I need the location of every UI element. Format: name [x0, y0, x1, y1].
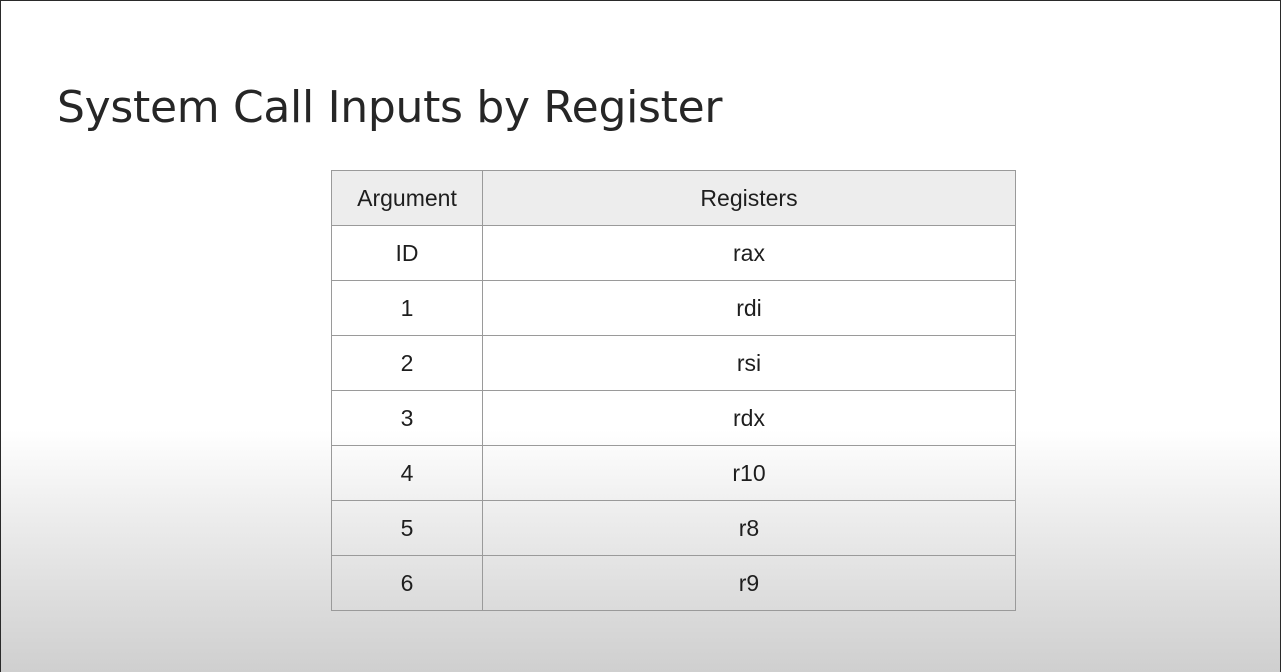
table-row: 3 rdx: [331, 390, 1016, 446]
register-table: Argument Registers ID rax 1 rdi 2 rsi 3 …: [331, 170, 1016, 611]
table-row: ID rax: [331, 225, 1016, 281]
register-cell: rax: [482, 225, 1016, 281]
slide-frame-left: [0, 0, 1, 672]
argument-cell: 6: [331, 555, 483, 611]
table-row: 2 rsi: [331, 335, 1016, 391]
table-header-row: Argument Registers: [331, 170, 1016, 226]
header-argument: Argument: [331, 170, 483, 226]
table-row: 6 r9: [331, 555, 1016, 611]
register-cell: rdi: [482, 280, 1016, 336]
register-cell: r10: [482, 445, 1016, 501]
argument-cell: 1: [331, 280, 483, 336]
table-row: 4 r10: [331, 445, 1016, 501]
register-cell: rdx: [482, 390, 1016, 446]
table-row: 1 rdi: [331, 280, 1016, 336]
argument-cell: ID: [331, 225, 483, 281]
slide-frame-top: [0, 0, 1281, 1]
argument-cell: 2: [331, 335, 483, 391]
argument-cell: 5: [331, 500, 483, 556]
table-row: 5 r8: [331, 500, 1016, 556]
slide-title: System Call Inputs by Register: [57, 82, 723, 133]
header-registers: Registers: [482, 170, 1016, 226]
register-cell: r8: [482, 500, 1016, 556]
argument-cell: 4: [331, 445, 483, 501]
register-cell: rsi: [482, 335, 1016, 391]
argument-cell: 3: [331, 390, 483, 446]
register-cell: r9: [482, 555, 1016, 611]
